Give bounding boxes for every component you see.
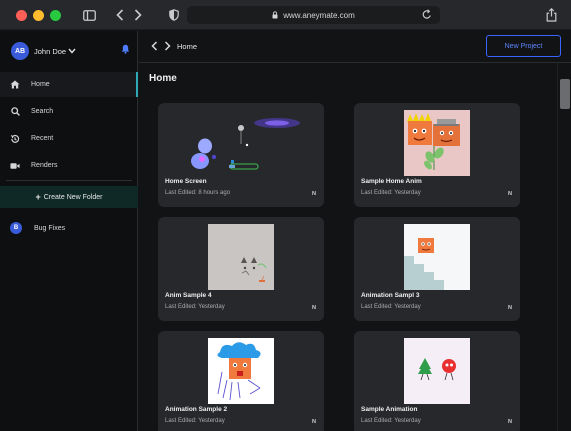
project-title: Sample Animation <box>361 406 418 413</box>
back-icon[interactable] <box>151 41 158 51</box>
chevron-down-icon <box>68 48 76 54</box>
history-icon <box>10 134 20 144</box>
search-icon <box>10 107 20 117</box>
close-window-button[interactable] <box>16 10 27 21</box>
breadcrumb[interactable]: Home <box>177 42 197 51</box>
sidebar-icon[interactable] <box>82 7 96 23</box>
sidebar: AB John Doe Home Search Recent Renders +… <box>0 31 138 431</box>
project-last-edited: Last Edited: 8 hours ago <box>165 190 231 196</box>
vertical-scrollbar[interactable] <box>557 63 571 431</box>
main-topbar: Home New Project <box>139 31 571 63</box>
address-bar[interactable]: www.aneymate.com <box>187 6 440 24</box>
sidebar-item-label: Recent <box>31 135 54 142</box>
project-last-edited: Last Edited: Yesterday <box>361 190 421 196</box>
project-badge: N <box>312 191 316 197</box>
sidebar-item-home[interactable]: Home <box>0 72 138 97</box>
forward-icon[interactable] <box>133 7 143 23</box>
sidebar-item-label: Home <box>31 81 50 88</box>
url-text: www.aneymate.com <box>283 10 355 20</box>
project-card[interactable]: Animation Sample 2 Last Edited: Yesterda… <box>158 331 324 431</box>
avatar: AB <box>11 42 29 60</box>
project-title: Anim Sample 4 <box>165 292 212 299</box>
lock-icon <box>272 11 278 19</box>
create-folder-label: Create New Folder <box>43 193 103 201</box>
video-icon <box>10 161 20 171</box>
sidebar-folder-bug-fixes[interactable]: B Bug Fixes <box>10 222 65 234</box>
page-title: Home <box>149 73 177 84</box>
project-title: Sample Home Anim <box>361 178 422 185</box>
bell-icon[interactable] <box>121 44 130 54</box>
sidebar-item-label: Search <box>31 108 54 115</box>
project-badge: N <box>312 419 316 425</box>
project-thumbnail <box>208 224 274 290</box>
share-icon[interactable] <box>544 7 558 23</box>
folder-label: Bug Fixes <box>34 224 66 232</box>
project-card[interactable]: Sample Animation Last Edited: Yesterday … <box>354 331 520 431</box>
project-thumbnail <box>208 338 274 404</box>
project-last-edited: Last Edited: Yesterday <box>361 304 421 310</box>
project-last-edited: Last Edited: Yesterday <box>165 418 225 424</box>
home-icon <box>10 80 20 90</box>
reload-icon[interactable] <box>422 9 432 20</box>
project-card[interactable]: Home Screen Last Edited: 8 hours ago N <box>158 103 324 207</box>
project-badge: N <box>508 191 512 197</box>
sidebar-divider <box>6 180 132 181</box>
project-card[interactable]: Anim Sample 4 Last Edited: Yesterday N <box>158 217 324 321</box>
plus-icon: + <box>35 192 41 202</box>
create-new-folder-button[interactable]: + Create New Folder <box>0 186 138 208</box>
sidebar-item-label: Renders <box>31 162 58 169</box>
user-menu[interactable]: AB John Doe <box>11 41 130 61</box>
project-badge: N <box>508 419 512 425</box>
zoom-window-button[interactable] <box>50 10 61 21</box>
forward-icon[interactable] <box>164 41 171 51</box>
project-badge: N <box>508 305 512 311</box>
project-card[interactable]: Sample Home Anim Last Edited: Yesterday … <box>354 103 520 207</box>
browser-toolbar: www.aneymate.com <box>0 0 571 30</box>
project-thumbnail <box>404 338 470 404</box>
scrollbar-thumb[interactable] <box>560 79 570 109</box>
sidebar-item-renders[interactable]: Renders <box>0 153 138 178</box>
new-project-button[interactable]: New Project <box>486 35 561 57</box>
minimize-window-button[interactable] <box>33 10 44 21</box>
sidebar-item-recent[interactable]: Recent <box>0 126 138 151</box>
shield-icon[interactable] <box>168 7 180 23</box>
project-title: Animation Sample 2 <box>165 406 228 413</box>
back-icon[interactable] <box>115 7 125 23</box>
project-card[interactable]: Animation Sampl 3 Last Edited: Yesterday… <box>354 217 520 321</box>
folder-avatar: B <box>10 222 22 234</box>
sidebar-item-search[interactable]: Search <box>0 99 138 124</box>
project-title: Animation Sampl 3 <box>361 292 420 299</box>
project-last-edited: Last Edited: Yesterday <box>165 304 225 310</box>
project-thumbnail <box>404 224 470 290</box>
project-last-edited: Last Edited: Yesterday <box>361 418 421 424</box>
user-name: John Doe <box>34 46 67 56</box>
project-title: Home Screen <box>165 178 207 185</box>
project-thumbnail <box>183 109 308 179</box>
project-badge: N <box>312 305 316 311</box>
project-thumbnail <box>404 110 470 176</box>
